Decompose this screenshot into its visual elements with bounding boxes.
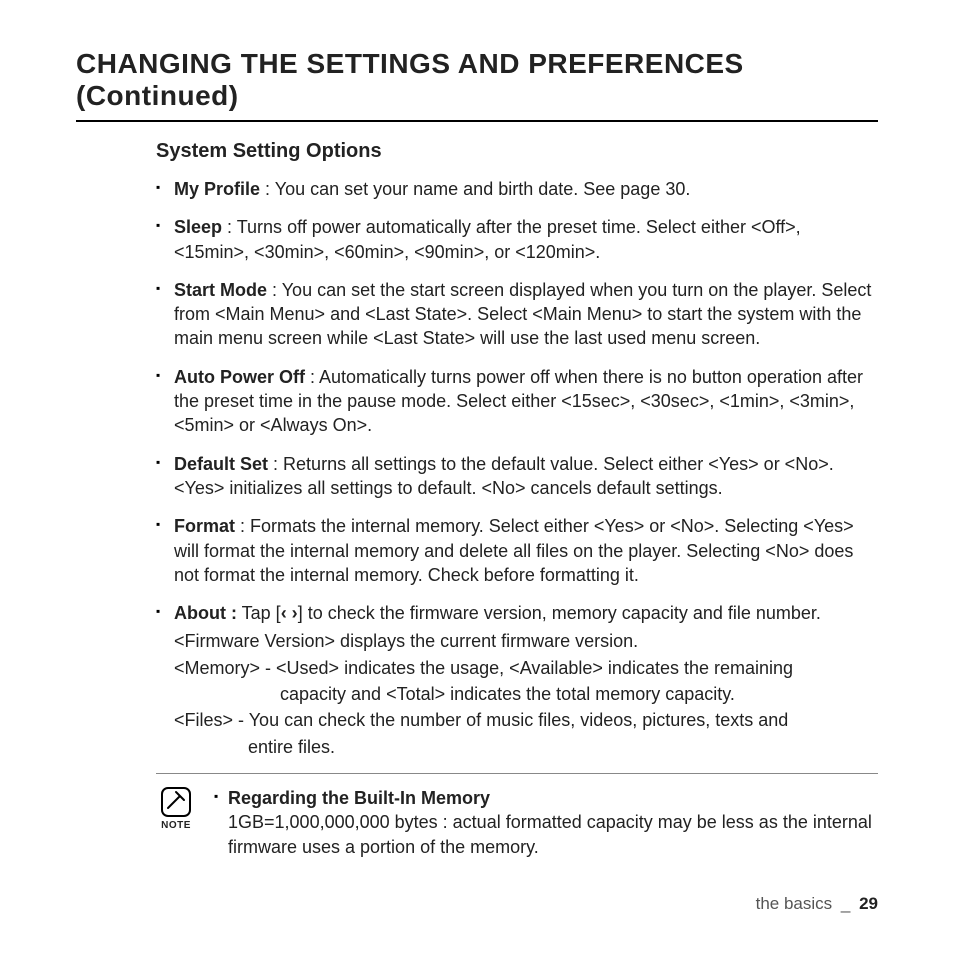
- about-lead-b: ] to check the firmware version, memory …: [298, 603, 821, 623]
- option-title: Format: [174, 516, 235, 536]
- option-about: About : Tap [‹ ›] to check the firmware …: [156, 601, 878, 759]
- option-title: Default Set: [174, 454, 268, 474]
- about-files-line-b: entire files.: [174, 735, 878, 759]
- about-memory-line-b: capacity and <Total> indicates the total…: [174, 682, 878, 706]
- option-my-profile: My Profile : You can set your name and b…: [156, 177, 878, 201]
- option-desc: Formats the internal memory. Select eith…: [174, 516, 854, 585]
- options-list: My Profile : You can set your name and b…: [156, 177, 878, 759]
- option-sep: :: [268, 454, 283, 474]
- about-files-line-a: <Files> - You can check the number of mu…: [174, 708, 878, 732]
- about-memory-line-a: <Memory> - <Used> indicates the usage, <…: [174, 656, 878, 680]
- section-divider: [156, 773, 878, 774]
- page-footer: the basics _ 29: [756, 894, 878, 914]
- note-body: 1GB=1,000,000,000 bytes : actual formatt…: [214, 810, 878, 859]
- nav-left-right-icon: ‹ ›: [281, 603, 298, 623]
- option-format: Format : Formats the internal memory. Se…: [156, 514, 878, 587]
- option-title: About :: [174, 603, 237, 623]
- note-icon: NOTE: [156, 786, 196, 831]
- option-title: My Profile: [174, 179, 260, 199]
- option-start-mode: Start Mode : You can set the start scree…: [156, 278, 878, 351]
- option-title: Auto Power Off: [174, 367, 305, 387]
- footer-separator: _: [841, 894, 850, 913]
- footer-page-number: 29: [859, 894, 878, 913]
- section-subhead: System Setting Options: [156, 140, 878, 163]
- option-desc: Turns off power automatically after the …: [174, 217, 801, 261]
- option-desc: You can set your name and birth date. Se…: [275, 179, 691, 199]
- manual-page: CHANGING THE SETTINGS AND PREFERENCES (C…: [0, 0, 954, 954]
- page-title: CHANGING THE SETTINGS AND PREFERENCES (C…: [76, 48, 878, 122]
- option-default-set: Default Set : Returns all settings to th…: [156, 452, 878, 501]
- option-sep: :: [305, 367, 319, 387]
- about-firmware-line: <Firmware Version> displays the current …: [174, 629, 878, 653]
- content-area: System Setting Options My Profile : You …: [76, 140, 878, 859]
- note-title: Regarding the Built-In Memory: [228, 788, 490, 808]
- about-lead-a: Tap [: [237, 603, 281, 623]
- option-title: Start Mode: [174, 280, 267, 300]
- option-sleep: Sleep : Turns off power automatically af…: [156, 215, 878, 264]
- footer-section: the basics: [756, 894, 833, 913]
- note-block: NOTE Regarding the Built-In Memory 1GB=1…: [156, 786, 878, 859]
- note-heading-item: Regarding the Built-In Memory: [214, 786, 878, 810]
- option-sep: :: [222, 217, 237, 237]
- option-sep: :: [235, 516, 250, 536]
- option-sep: :: [267, 280, 282, 300]
- about-sublines: <Firmware Version> displays the current …: [174, 629, 878, 758]
- option-auto-power-off: Auto Power Off : Automatically turns pow…: [156, 365, 878, 438]
- option-sep: :: [260, 179, 275, 199]
- note-label: NOTE: [156, 820, 196, 831]
- option-title: Sleep: [174, 217, 222, 237]
